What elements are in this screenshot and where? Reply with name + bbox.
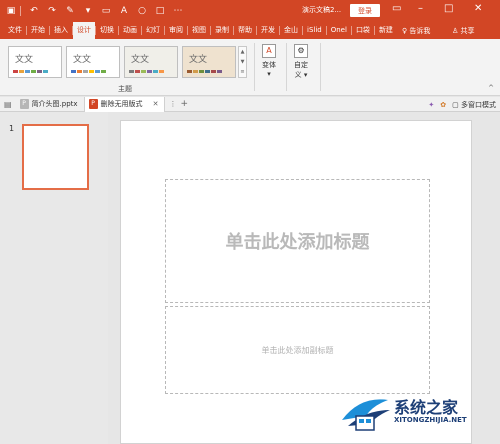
chevron-down-icon[interactable]: ▼ — [241, 59, 245, 65]
minimize-icon[interactable]: – — [418, 3, 423, 14]
new-slide-icon[interactable]: ▤ — [4, 100, 12, 109]
collapse-ribbon-icon[interactable]: ^ — [488, 84, 494, 92]
document-tab-active[interactable]: P 删除无用版式 ✕ — [84, 96, 166, 112]
login-button[interactable]: 登录 — [350, 4, 380, 17]
ribbon: 文文 文文 文文 文文 ▲ ▼ ≡ 主题 A 变体 ▾ ⚙ 自定 义 ▾ ^ — [0, 39, 500, 96]
undo-icon[interactable]: ↶ — [27, 4, 41, 18]
watermark-subtext: XITONGZHIJIA.NET — [394, 416, 467, 424]
tab-1[interactable]: 开始 — [27, 22, 49, 39]
gear-icon[interactable]: ✿ — [440, 101, 446, 109]
tab-12[interactable]: 金山 — [280, 22, 302, 39]
document-tab-label: 简介头图.pptx — [31, 100, 78, 108]
theme-sample-text: 文文 — [15, 55, 34, 65]
tab-4[interactable]: 切换 — [96, 22, 118, 39]
shape-icon[interactable]: ▭ — [99, 4, 113, 18]
theme-sample-text: 文文 — [189, 55, 208, 65]
title-bar: ▣ ↶ ↷ ✎ ▾ ▭ A ○ □ ⋯ 演示文稿2... 登录 ▭ – □ ✕ — [0, 0, 500, 22]
ribbon-display-icon[interactable]: ▭ — [392, 3, 401, 14]
theme-colors — [187, 70, 222, 73]
variants-button[interactable]: A 变体 ▾ — [262, 44, 276, 78]
tab-14[interactable]: Onel — [327, 22, 351, 39]
tab-2[interactable]: 插入 — [50, 22, 72, 39]
divider — [20, 6, 21, 16]
tab-13[interactable]: iSlid — [303, 22, 326, 39]
theme-thumbnail[interactable]: 文文 — [8, 46, 62, 78]
customize-label-2: 义 ▾ — [294, 71, 308, 79]
add-tab-icon[interactable]: + — [180, 99, 188, 109]
square-icon[interactable]: □ — [153, 4, 167, 18]
chevron-up-icon[interactable]: ▲ — [241, 49, 245, 55]
tell-me[interactable]: ♀ 告诉我 — [402, 26, 430, 36]
watermark: 系统之家 XITONGZHIJIA.NET — [336, 390, 496, 440]
tab-16[interactable]: 新建 — [375, 22, 397, 39]
theme-thumbnail[interactable]: 文文 — [182, 46, 236, 78]
redo-icon[interactable]: ↷ — [45, 4, 59, 18]
pptx-file-icon: P — [88, 99, 98, 109]
tab-10[interactable]: 帮助 — [234, 22, 256, 39]
subtitle-placeholder[interactable]: 单击此处添加副标题 — [165, 306, 430, 394]
divider — [254, 43, 255, 91]
person-icon: ♙ — [452, 27, 461, 35]
docbar-right: ✦ ✿ ▢ 多窗口模式 — [428, 97, 496, 112]
theme-thumbnail[interactable]: 文文 — [66, 46, 120, 78]
tab-5[interactable]: 动画 — [119, 22, 141, 39]
gallery-more-icon[interactable]: ≡ — [240, 69, 244, 75]
theme-colors — [129, 70, 164, 73]
chevron-down-icon[interactable]: ▾ — [81, 4, 95, 18]
tab-8[interactable]: 视图 — [188, 22, 210, 39]
more-icon[interactable]: ⋯ — [171, 4, 185, 18]
window-icon: ▢ — [452, 100, 461, 109]
tab-6[interactable]: 幻灯 — [142, 22, 164, 39]
close-tab-icon[interactable]: ✕ — [153, 100, 159, 108]
variants-icon: A — [262, 44, 276, 58]
save-icon[interactable]: ▣ — [4, 4, 18, 18]
customize-button[interactable]: ⚙ 自定 义 ▾ — [294, 44, 308, 80]
variants-label: 变体 — [262, 61, 276, 69]
maximize-icon[interactable]: □ — [444, 3, 453, 14]
theme-sample-text: 文文 — [131, 55, 150, 65]
theme-sample-text: 文文 — [73, 55, 92, 65]
format-painter-icon[interactable]: ✎ — [63, 4, 77, 18]
document-title: 演示文稿2... — [302, 6, 342, 14]
tab-15[interactable]: 口袋 — [352, 22, 374, 39]
watermark-logo-icon — [342, 399, 390, 431]
tab-3[interactable]: 设计 — [73, 22, 95, 39]
document-tab[interactable]: P 简介头图.pptx — [16, 96, 85, 112]
slide-thumbnail[interactable] — [22, 124, 89, 190]
tab-menu-icon[interactable]: ⋮ — [169, 100, 176, 108]
theme-colors — [71, 70, 106, 73]
tab-11[interactable]: 开发 — [257, 22, 279, 39]
watermark-text: 系统之家 — [394, 398, 459, 417]
pptx-file-icon: P — [19, 99, 29, 109]
divider — [286, 43, 287, 91]
puzzle-icon[interactable]: ✦ — [428, 101, 434, 109]
tab-0[interactable]: 文件 — [4, 22, 26, 39]
tab-9[interactable]: 录制 — [211, 22, 233, 39]
customize-icon: ⚙ — [294, 44, 308, 58]
title-placeholder[interactable]: 单击此处添加标题 — [165, 179, 430, 303]
circle-icon[interactable]: ○ — [135, 4, 149, 18]
customize-label: 自定 — [294, 61, 308, 69]
gallery-scroll[interactable]: ▲ ▼ ≡ — [238, 46, 247, 78]
group-label-themes: 主题 — [118, 85, 132, 93]
tab-7[interactable]: 审阅 — [165, 22, 187, 39]
share-button[interactable]: ♙ 共享 — [452, 26, 475, 36]
quick-access-toolbar: ▣ ↶ ↷ ✎ ▾ ▭ A ○ □ ⋯ — [0, 0, 185, 22]
theme-colors — [13, 70, 48, 73]
multi-window-button[interactable]: ▢ 多窗口模式 — [452, 100, 496, 110]
chevron-down-icon: ▾ — [267, 70, 271, 78]
close-icon[interactable]: ✕ — [474, 3, 482, 14]
slide-number: 1 — [9, 124, 15, 133]
document-tab-label: 删除无用版式 — [100, 100, 143, 108]
theme-thumbnail[interactable]: 文文 — [124, 46, 178, 78]
document-tab-bar: ▤ P 简介头图.pptx P 删除无用版式 ✕ ⋮ + ✦ ✿ ▢ 多窗口模式 — [0, 96, 500, 112]
divider — [320, 43, 321, 91]
text-color-icon[interactable]: A — [117, 4, 131, 18]
